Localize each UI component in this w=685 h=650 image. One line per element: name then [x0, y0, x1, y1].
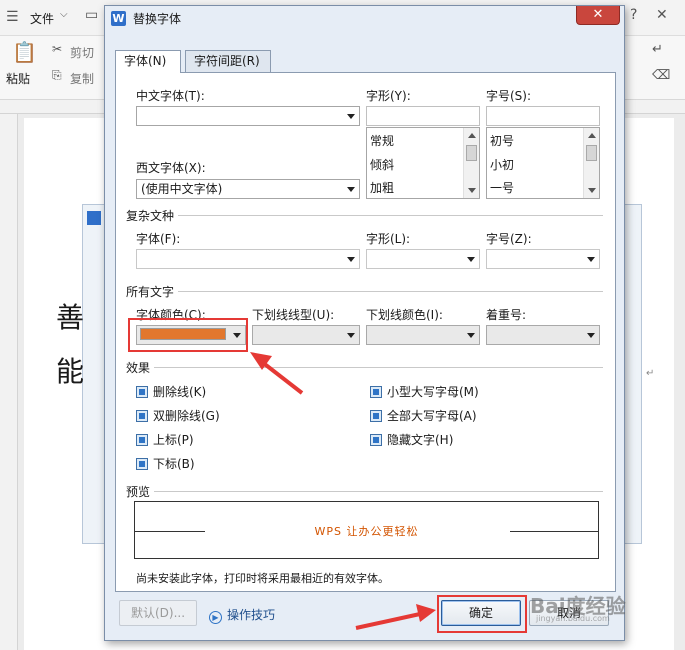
chinese-font-select[interactable] [136, 106, 360, 126]
dropdown-arrow-icon [587, 257, 595, 262]
scrollbar[interactable] [583, 128, 599, 198]
divider [178, 291, 603, 292]
checkbox-icon [136, 434, 148, 446]
tips-link[interactable]: ▶ 操作技巧 [209, 606, 275, 624]
watermark-url: jingyan.baidu.com [536, 614, 610, 623]
size-listbox[interactable]: 初号 小初 一号 [486, 127, 600, 199]
document-text-char: 善 [56, 301, 85, 334]
divider [178, 215, 603, 216]
dropdown-arrow-icon [347, 187, 355, 192]
chinese-font-label: 中文字体(T): [136, 89, 205, 103]
complex-style-select[interactable] [366, 249, 480, 269]
preview-box: WPS 让办公更轻松 [134, 501, 599, 559]
checkbox-icon [136, 386, 148, 398]
dropdown-arrow-icon [467, 257, 475, 262]
background-dialog-icon [87, 211, 101, 225]
tab-character-spacing[interactable]: 字符间距(R) [185, 50, 271, 72]
divider [154, 367, 603, 368]
vertical-ruler [0, 114, 18, 650]
dropdown-arrow-icon [347, 257, 355, 262]
all-text-section-title: 所有文字 [126, 285, 175, 299]
wps-logo-icon: W [111, 11, 126, 26]
effects-section-title: 效果 [126, 361, 151, 375]
preview-baseline [510, 531, 598, 532]
save-icon[interactable]: ▭ [85, 7, 98, 23]
close-button[interactable]: ✕ [576, 6, 620, 25]
superscript-checkbox[interactable]: 上标(P) [136, 431, 194, 448]
underline-color-select[interactable] [366, 325, 480, 345]
help-icon[interactable]: ? [630, 7, 637, 23]
style-listbox[interactable]: 常规 倾斜 加粗 [366, 127, 480, 199]
preview-note: 尚未安装此字体，打印时将采用最相近的有效字体。 [136, 572, 389, 585]
list-item[interactable]: 倾斜 [370, 156, 394, 173]
highlight-icon[interactable]: ⌫ [652, 68, 670, 83]
list-item[interactable]: 小初 [490, 156, 514, 173]
dropdown-arrow-icon [467, 333, 475, 338]
size-input[interactable] [486, 106, 600, 126]
checkbox-icon [370, 386, 382, 398]
double-strikethrough-checkbox[interactable]: 双删除线(G) [136, 407, 220, 424]
complex-size-label: 字号(Z): [486, 232, 532, 246]
copy-icon[interactable]: ⎘ [52, 68, 62, 83]
emphasis-mark-label: 着重号: [486, 308, 527, 322]
list-item[interactable]: 初号 [490, 132, 514, 149]
play-icon: ▶ [209, 611, 222, 624]
preview-section-title: 预览 [126, 485, 151, 499]
annotation-highlight-font-color [128, 318, 248, 352]
document-text-char: 能 [56, 355, 85, 388]
dropdown-arrow-icon [587, 333, 595, 338]
all-caps-checkbox[interactable]: 全部大写字母(A) [370, 407, 477, 424]
western-font-label: 西文字体(X): [136, 161, 206, 175]
checkbox-icon [136, 410, 148, 422]
style-label: 字形(Y): [366, 89, 411, 103]
menu-icon[interactable]: ☰ [6, 9, 19, 25]
small-caps-checkbox[interactable]: 小型大写字母(M) [370, 383, 479, 400]
line-spacing-icon[interactable]: ↵ [652, 42, 663, 57]
cut-button[interactable]: 剪切 [70, 44, 94, 61]
chevron-down-icon[interactable]: ⌵ [60, 9, 68, 20]
complex-font-select[interactable] [136, 249, 360, 269]
complex-size-select[interactable] [486, 249, 600, 269]
dialog-title: 替换字体 [133, 12, 182, 26]
scrollbar[interactable] [463, 128, 479, 198]
style-input[interactable] [366, 106, 480, 126]
default-button[interactable]: 默认(D)... [119, 600, 197, 626]
underline-type-select[interactable] [252, 325, 360, 345]
paste-icon[interactable]: 📋 [12, 40, 37, 64]
complex-script-section-title: 复杂文种 [126, 209, 175, 223]
underline-color-label: 下划线颜色(I): [366, 308, 443, 322]
size-label: 字号(S): [486, 89, 532, 103]
paragraph-mark-icon: ↵ [646, 368, 655, 379]
checkbox-icon [370, 434, 382, 446]
list-item[interactable]: 一号 [490, 179, 514, 196]
annotation-highlight-ok-button [437, 595, 527, 633]
subscript-checkbox[interactable]: 下标(B) [136, 455, 195, 472]
divider [154, 491, 603, 492]
dialog-titlebar[interactable]: W 替换字体 ✕ [105, 6, 624, 30]
copy-button[interactable]: 复制 [70, 70, 94, 87]
tab-font[interactable]: 字体(N) [115, 50, 181, 73]
list-item[interactable]: 常规 [370, 132, 394, 149]
underline-type-label: 下划线线型(U): [252, 308, 335, 322]
strikethrough-checkbox[interactable]: 删除线(K) [136, 383, 206, 400]
western-font-select[interactable]: (使用中文字体) [136, 179, 360, 199]
dropdown-arrow-icon [347, 333, 355, 338]
emphasis-mark-select[interactable] [486, 325, 600, 345]
scissors-icon[interactable]: ✂ [52, 42, 62, 56]
hidden-text-checkbox[interactable]: 隐藏文字(H) [370, 431, 453, 448]
file-menu[interactable]: 文件 [30, 10, 54, 27]
close-app-icon[interactable]: ✕ [656, 7, 668, 23]
paste-button[interactable]: 粘贴 [6, 70, 30, 87]
checkbox-icon [136, 458, 148, 470]
complex-font-label: 字体(F): [136, 232, 181, 246]
dropdown-arrow-icon [347, 114, 355, 119]
complex-style-label: 字形(L): [366, 232, 411, 246]
list-item[interactable]: 加粗 [370, 179, 394, 196]
checkbox-icon [370, 410, 382, 422]
